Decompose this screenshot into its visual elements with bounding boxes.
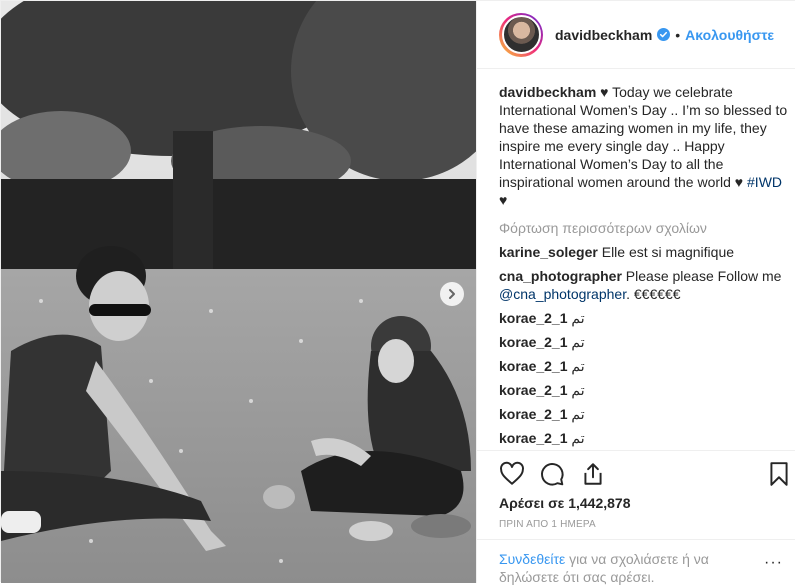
comment-item: karine_soleger Elle est si magnifique bbox=[499, 243, 789, 261]
load-more-comments-button[interactable]: Φόρτωση περισσότερων σχολίων bbox=[499, 219, 789, 237]
bookmark-icon[interactable] bbox=[766, 461, 792, 487]
comment-text: تم bbox=[567, 406, 585, 422]
post-photo bbox=[1, 1, 476, 583]
comment-text-tail: . €€€€€€ bbox=[626, 286, 681, 302]
comment-item: korae_2_1 تم bbox=[499, 357, 789, 375]
heart-icon[interactable] bbox=[499, 461, 525, 487]
likes-count[interactable]: Αρέσει σε 1,442,878 bbox=[499, 495, 630, 511]
follow-button[interactable]: Ακολουθήστε bbox=[685, 27, 774, 43]
comment-text: تم bbox=[567, 334, 585, 350]
comment-text: تم bbox=[567, 358, 585, 374]
login-link[interactable]: Συνδεθείτε bbox=[499, 551, 565, 567]
action-bar bbox=[477, 451, 795, 493]
caption-tail: ♥ bbox=[499, 192, 508, 208]
avatar[interactable] bbox=[499, 12, 543, 57]
avatar-image bbox=[501, 15, 541, 54]
share-icon[interactable] bbox=[580, 461, 606, 487]
comment-item: korae_2_1 تم bbox=[499, 309, 789, 327]
next-photo-button[interactable] bbox=[440, 282, 464, 306]
comment-username[interactable]: korae_2_1 bbox=[499, 406, 568, 422]
comment-item: cna_photographer Please please Follow me… bbox=[499, 267, 789, 303]
comment-username[interactable]: korae_2_1 bbox=[499, 382, 568, 398]
comment-bubble-icon[interactable] bbox=[539, 461, 565, 487]
instagram-post: davidbeckham • Ακολουθήστε davidbeckham … bbox=[0, 0, 795, 586]
comment-text: Elle est si magnifique bbox=[597, 244, 735, 260]
comment-item: korae_2_1 تم bbox=[499, 405, 789, 423]
comment-username[interactable]: karine_soleger bbox=[499, 244, 598, 260]
comment-username[interactable]: cna_photographer bbox=[499, 268, 622, 284]
comment-item: korae_2_1 تم bbox=[499, 429, 789, 447]
caption-username[interactable]: davidbeckham bbox=[499, 84, 596, 100]
post-header: davidbeckham • Ακολουθήστε bbox=[477, 1, 795, 69]
comment-text: تم bbox=[567, 430, 585, 446]
photo-illustration bbox=[1, 1, 476, 583]
comment-text: تم bbox=[567, 382, 585, 398]
comment-text: Please please Follow me bbox=[621, 268, 782, 284]
comments-list: davidbeckham ♥ Today we celebrate Intern… bbox=[499, 83, 789, 447]
comment-username[interactable]: korae_2_1 bbox=[499, 334, 568, 350]
login-prompt-text: Συνδεθείτε για να σχολιάσετε ή να δηλώσε… bbox=[499, 550, 759, 586]
comment-item: korae_2_1 تم bbox=[499, 381, 789, 399]
login-prompt: Συνδεθείτε για να σχολιάσετε ή να δηλώσε… bbox=[477, 539, 795, 586]
comment-username[interactable]: korae_2_1 bbox=[499, 358, 568, 374]
header-username[interactable]: davidbeckham bbox=[555, 27, 652, 43]
post-caption: davidbeckham ♥ Today we celebrate Intern… bbox=[499, 83, 789, 209]
verified-badge-icon bbox=[657, 28, 671, 41]
more-options-icon[interactable]: ··· bbox=[764, 554, 783, 572]
comment-mention[interactable]: @cna_photographer bbox=[499, 286, 626, 302]
comment-username[interactable]: korae_2_1 bbox=[499, 310, 568, 326]
post-timestamp[interactable]: ΠΡΙΝ ΑΠΟ 1 ΗΜΕΡΑ bbox=[499, 519, 596, 530]
comment-username[interactable]: korae_2_1 bbox=[499, 430, 568, 446]
comment-item: korae_2_1 تم bbox=[499, 333, 789, 351]
header-separator: • bbox=[675, 26, 681, 43]
post-side-panel: davidbeckham • Ακολουθήστε davidbeckham … bbox=[476, 1, 795, 586]
caption-hashtag[interactable]: #IWD bbox=[747, 174, 782, 190]
chevron-right-icon bbox=[449, 289, 455, 299]
comment-text: تم bbox=[567, 310, 585, 326]
post-actions-area: Αρέσει σε 1,442,878 ΠΡΙΝ ΑΠΟ 1 ΗΜΕΡΑ bbox=[477, 450, 795, 530]
